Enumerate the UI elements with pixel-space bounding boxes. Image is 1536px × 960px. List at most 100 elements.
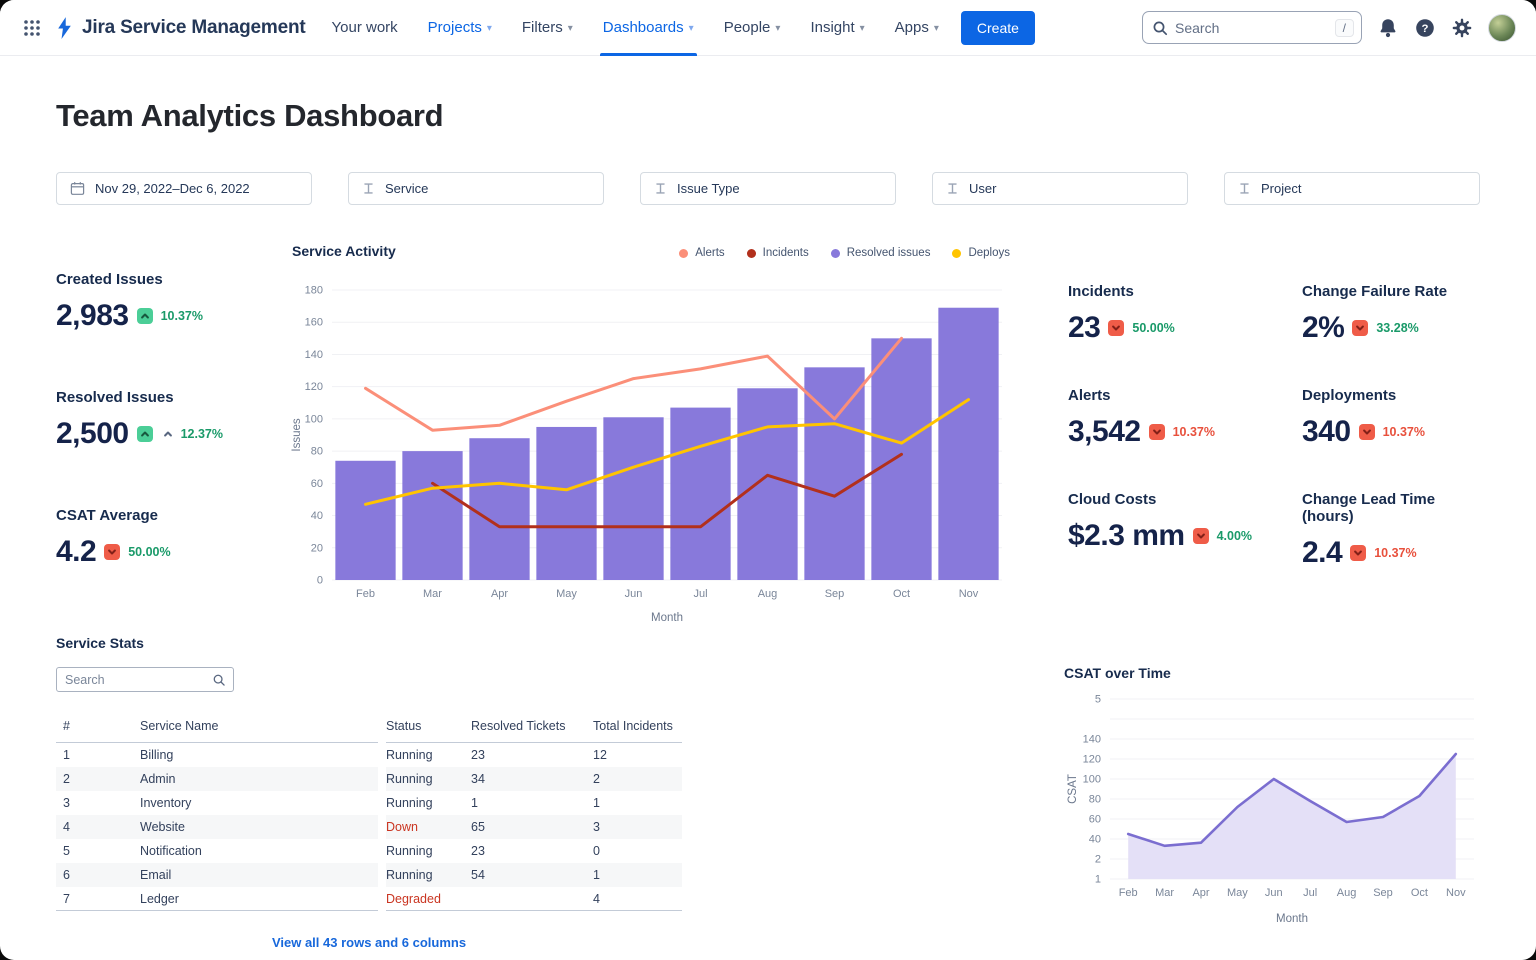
kpi-value: 2,500: [56, 417, 129, 451]
svg-text:Apr: Apr: [491, 588, 508, 600]
trend-up-icon: [137, 308, 153, 324]
cell-number: 2: [56, 772, 140, 786]
svg-text:Mar: Mar: [1155, 887, 1174, 899]
kpi-label: Alerts: [1068, 387, 1302, 404]
kpi-column-left: Created Issues2,98310.37%Resolved Issues…: [56, 241, 288, 633]
table-search[interactable]: [56, 667, 234, 692]
cell-number: 4: [56, 820, 140, 834]
svg-text:2: 2: [1095, 854, 1101, 866]
nav-item-people[interactable]: People▾: [724, 0, 781, 56]
help-icon[interactable]: ?: [1414, 17, 1436, 39]
svg-text:?: ?: [1422, 22, 1429, 34]
nav-item-label: Dashboards: [603, 19, 684, 36]
cell-status: Down: [386, 820, 471, 834]
nav-item-dashboards[interactable]: Dashboards▾: [603, 0, 694, 56]
kpi-change-failure-rate: Change Failure Rate2%33.28%: [1302, 283, 1480, 345]
trend-down-icon: [1149, 424, 1165, 440]
cell-status: Running: [386, 772, 471, 786]
chevron-down-icon: ▾: [860, 23, 865, 34]
cell-incidents: 1: [593, 796, 682, 810]
nav-item-label: Insight: [810, 19, 854, 36]
table-search-input[interactable]: [65, 673, 206, 687]
trend-down-icon: [1352, 320, 1368, 336]
kpi-label: Incidents: [1068, 283, 1302, 300]
kpi-delta: 10.37%: [1374, 546, 1416, 560]
kpi-delta: 4.00%: [1217, 529, 1252, 543]
svg-text:60: 60: [1089, 814, 1101, 826]
service-stats-table: #Service NameStatusResolved TicketsTotal…: [56, 719, 682, 911]
chart-title: Service Activity: [292, 243, 396, 259]
jira-logo[interactable]: Jira Service Management: [54, 15, 306, 41]
avatar[interactable]: [1488, 14, 1516, 42]
slash-shortcut: /: [1335, 19, 1354, 37]
search-icon: [212, 673, 226, 687]
main-nav: Your workProjects▾Filters▾Dashboards▾Peo…: [332, 0, 939, 56]
svg-text:Aug: Aug: [758, 588, 778, 600]
kpi-incidents: Incidents2350.00%: [1068, 283, 1302, 345]
svg-text:120: 120: [305, 381, 323, 393]
cell-status: Running: [386, 868, 471, 882]
kpi-value: 3,542: [1068, 415, 1141, 449]
legend-dot: [831, 249, 840, 258]
create-button[interactable]: Create: [961, 11, 1035, 45]
kpi-value: 340: [1302, 415, 1351, 449]
nav-item-projects[interactable]: Projects▾: [428, 0, 492, 56]
cell-service-name: Website: [140, 820, 378, 834]
table-row: 3InventoryRunning11: [56, 791, 682, 815]
csat-plot: 124060801001201405FebMarAprMayJunJulAugS…: [1064, 691, 1480, 934]
search-input[interactable]: [1175, 20, 1328, 36]
svg-text:Nov: Nov: [959, 588, 979, 600]
view-all-link[interactable]: View all 43 rows and 6 columns: [56, 935, 682, 950]
table-row: 7LedgerDegraded4: [56, 887, 682, 911]
service-activity-chart: Service Activity AlertsIncidentsResolved…: [288, 241, 1010, 633]
filter-project[interactable]: Project: [1224, 172, 1480, 205]
col-header: Service Name: [140, 719, 378, 733]
settings-icon[interactable]: [1451, 17, 1473, 39]
nav-item-apps[interactable]: Apps▾: [895, 0, 939, 56]
col-header: #: [56, 719, 140, 733]
nav-item-your-work[interactable]: Your work: [332, 0, 398, 56]
nav-item-label: People: [724, 19, 771, 36]
kpi-value: $2.3 mm: [1068, 519, 1185, 553]
trend-down-icon: [1108, 320, 1124, 336]
csat-chart: CSAT over Time 124060801001201405FebMarA…: [1064, 635, 1480, 950]
filter-label: Nov 29, 2022–Dec 6, 2022: [95, 181, 250, 196]
cell-service-name: Inventory: [140, 796, 378, 810]
kpi-value: 2,983: [56, 299, 129, 333]
kpi-label: Deployments: [1302, 387, 1480, 404]
svg-text:160: 160: [305, 317, 323, 329]
topbar-right: / ?: [1142, 11, 1516, 44]
svg-text:Issues: Issues: [291, 418, 303, 451]
cell-resolved: 34: [471, 772, 593, 786]
filter-service[interactable]: Service: [348, 172, 604, 205]
svg-text:100: 100: [305, 413, 323, 425]
svg-text:Sep: Sep: [1373, 887, 1393, 899]
legend-item-deploys: Deploys: [952, 247, 1010, 259]
nav-item-label: Filters: [522, 19, 563, 36]
app-switcher-icon[interactable]: [22, 18, 42, 38]
trend-down-icon: [1350, 545, 1366, 561]
filter-bar: Nov 29, 2022–Dec 6, 2022 Service Issue Typ…: [56, 172, 1480, 205]
filter-issue-type[interactable]: Issue Type: [640, 172, 896, 205]
svg-text:Month: Month: [1276, 913, 1308, 925]
legend-label: Incidents: [763, 247, 809, 259]
global-search[interactable]: /: [1142, 11, 1362, 44]
kpi-delta: 50.00%: [128, 545, 170, 559]
filter-user[interactable]: User: [932, 172, 1188, 205]
notifications-icon[interactable]: [1377, 17, 1399, 39]
nav-item-insight[interactable]: Insight ▾: [810, 0, 864, 56]
filter-label: User: [969, 181, 996, 196]
kpi-delta: 10.37%: [1383, 425, 1425, 439]
svg-text:80: 80: [311, 446, 323, 458]
cell-resolved: 23: [471, 748, 593, 762]
trend-down-icon: [1193, 528, 1209, 544]
cell-number: 7: [56, 892, 140, 906]
kpi-label: Change Lead Time (hours): [1302, 491, 1480, 525]
table-row: 6EmailRunning541: [56, 863, 682, 887]
kpi-deployments: Deployments 340 10.37%: [1302, 387, 1480, 449]
search-icon: [1152, 20, 1168, 36]
nav-item-filters[interactable]: Filters▾: [522, 0, 573, 56]
filter-date-range[interactable]: Nov 29, 2022–Dec 6, 2022: [56, 172, 312, 205]
cell-resolved: 1: [471, 796, 593, 810]
calendar-icon: [70, 181, 85, 196]
